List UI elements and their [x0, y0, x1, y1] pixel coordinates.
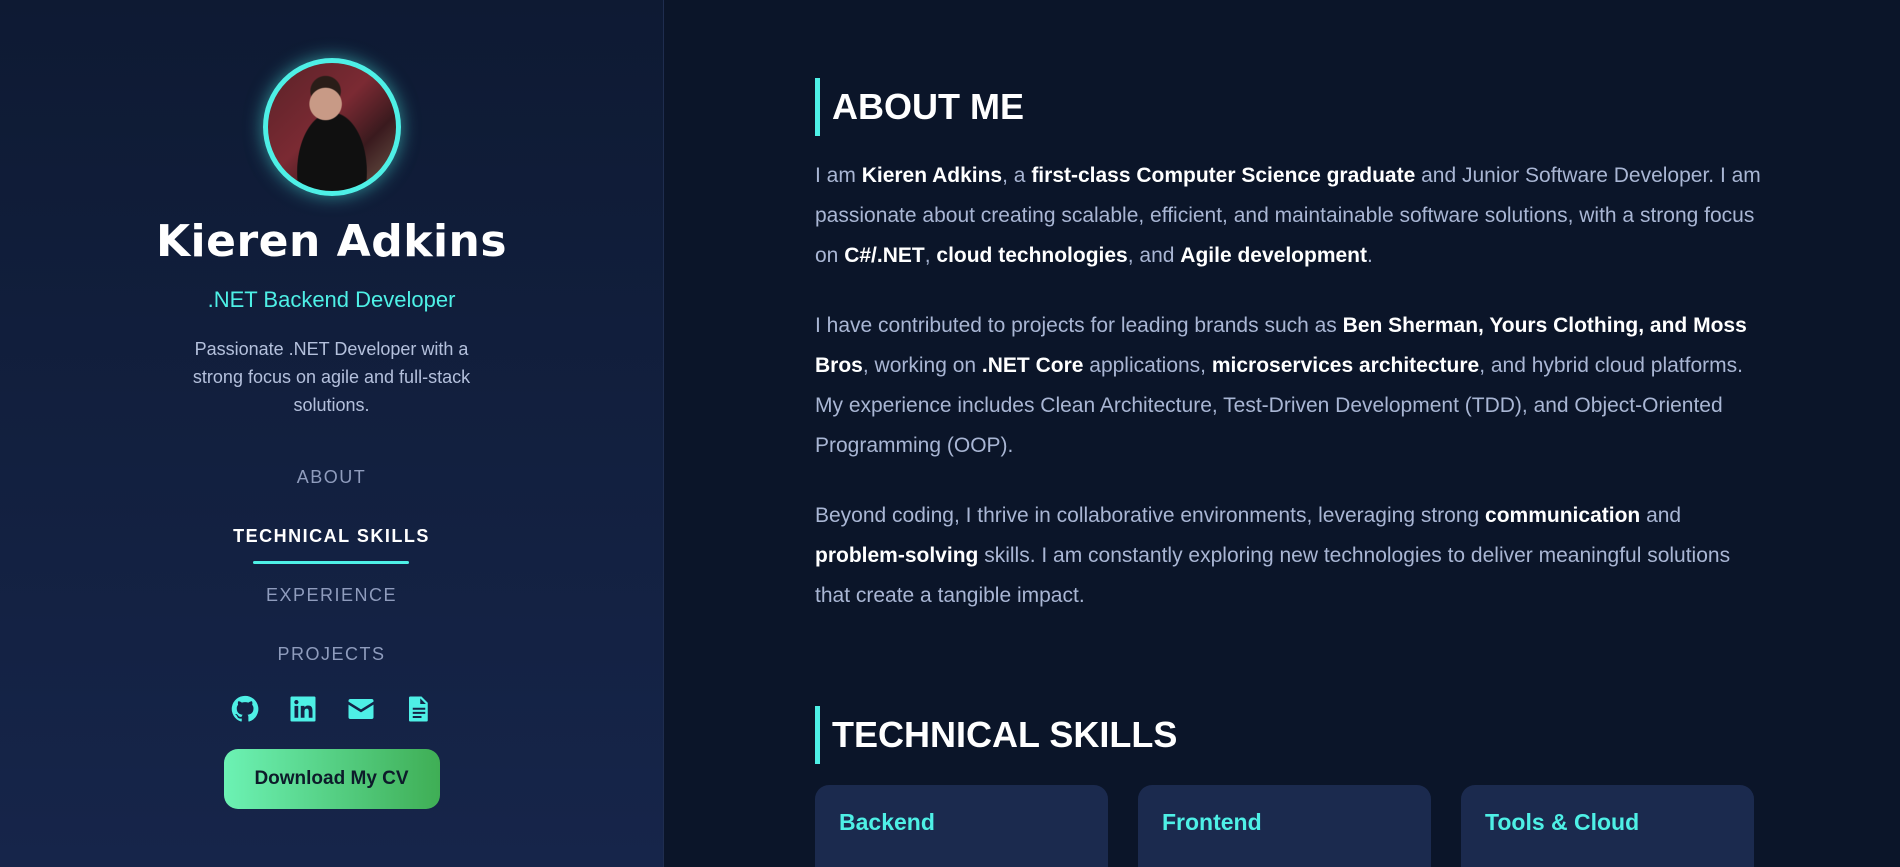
profile-role: .NET Backend Developer: [207, 287, 456, 312]
download-cv-button[interactable]: Download My CV: [223, 749, 440, 809]
nav-item-about[interactable]: ABOUT: [297, 455, 367, 514]
nav-item-projects[interactable]: PROJECTS: [277, 632, 385, 691]
about-paragraph-2: I have contributed to projects for leadi…: [815, 314, 1747, 457]
sidebar: Kieren Adkins .NET Backend Developer Pas…: [0, 0, 664, 867]
nav-item-technical-skills[interactable]: TECHNICAL SKILLS: [233, 514, 430, 573]
github-icon[interactable]: [229, 693, 261, 725]
main-content: ABOUT ME I am Kieren Adkins, a first-cla…: [665, 0, 1900, 867]
profile-name: Kieren Adkins: [155, 216, 508, 267]
skill-card-frontend: Frontend: [1138, 785, 1431, 867]
avatar: [262, 58, 401, 196]
envelope-icon[interactable]: [345, 693, 377, 725]
profile-tagline: Passionate .NET Developer with a strong …: [192, 339, 471, 415]
skill-card-backend: Backend: [815, 785, 1108, 867]
nav-item-label: TECHNICAL SKILLS: [233, 526, 430, 546]
nav-item-label: ABOUT: [296, 467, 367, 487]
skill-card-tools-cloud: Tools & Cloud: [1461, 785, 1754, 867]
nav-item-label: EXPERIENCE: [265, 585, 398, 605]
document-icon[interactable]: [403, 693, 435, 725]
about-text: I am Kieren Adkins, a first-class Comput…: [815, 156, 1765, 646]
about-title: ABOUT ME: [815, 78, 1024, 136]
sidebar-nav: ABOUT TECHNICAL SKILLS EXPERIENCE PROJEC…: [233, 455, 430, 691]
social-links: [229, 693, 435, 725]
nav-item-experience[interactable]: EXPERIENCE: [266, 573, 397, 632]
about-paragraph-3: Beyond coding, I thrive in collaborative…: [815, 504, 1731, 607]
nav-item-label: PROJECTS: [277, 644, 386, 664]
linkedin-icon[interactable]: [287, 693, 319, 725]
about-paragraph-1: I am Kieren Adkins, a first-class Comput…: [815, 164, 1761, 267]
skill-cards: Backend Frontend Tools & Cloud: [815, 785, 1754, 867]
active-underline: [253, 561, 410, 564]
technical-skills-title: TECHNICAL SKILLS: [815, 706, 1177, 764]
